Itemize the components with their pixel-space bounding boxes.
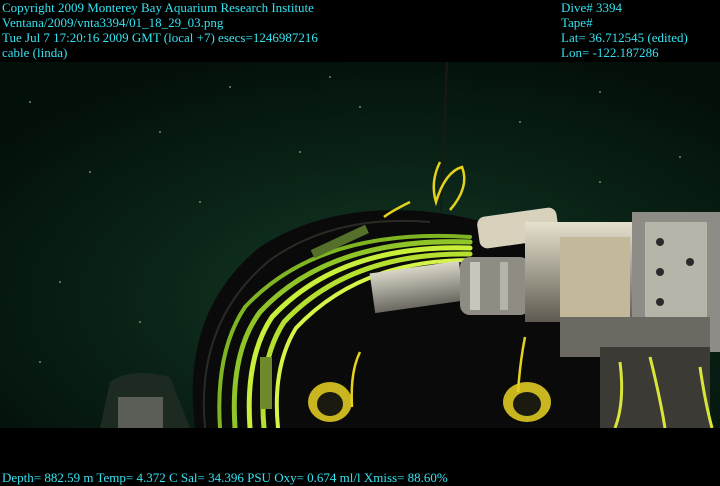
sensor-readout-text: Depth= 882.59 m Temp= 4.372 C Sal= 34.39… xyxy=(2,470,448,485)
latitude-text: Lat= 36.712545 (edited) xyxy=(561,30,688,45)
underwater-scene xyxy=(0,62,720,428)
header-left: Copyright 2009 Monterey Bay Aquarium Res… xyxy=(2,0,318,60)
timestamp-text: Tue Jul 7 17:20:16 2009 GMT (local +7) e… xyxy=(2,30,318,45)
longitude-text: Lon= -122.187286 xyxy=(561,45,659,60)
annotation-text: cable (linda) xyxy=(2,45,68,60)
cable-clamp xyxy=(260,357,272,409)
video-frame: Copyright 2009 Monterey Bay Aquarium Res… xyxy=(0,0,720,486)
dive-number-text: Dive# 3394 xyxy=(561,0,623,15)
copyright-text: Copyright 2009 Monterey Bay Aquarium Res… xyxy=(2,0,314,15)
image-path-text: Ventana/2009/vnta3394/01_18_29_03.png xyxy=(2,15,224,30)
yellow-port-left-inner xyxy=(317,392,343,416)
left-bracket xyxy=(118,397,163,428)
yellow-port-right-inner xyxy=(513,392,541,416)
tape-number-text: Tape# xyxy=(561,15,593,30)
sensor-readout: Depth= 882.59 m Temp= 4.372 C Sal= 34.39… xyxy=(2,470,448,485)
header-right: Dive# 3394 Tape# Lat= 36.712545 (edited)… xyxy=(561,0,688,60)
